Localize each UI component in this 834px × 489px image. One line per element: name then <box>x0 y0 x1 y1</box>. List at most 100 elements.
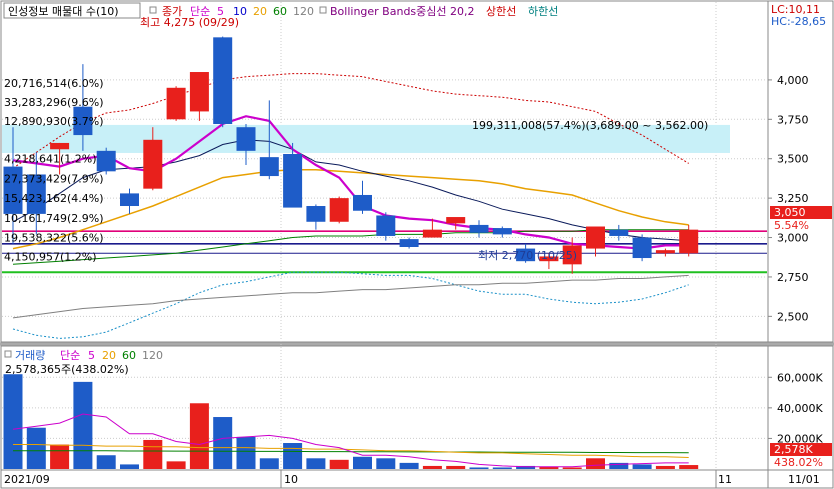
candle-body <box>492 228 512 235</box>
price-tick-label: 3,500 <box>777 153 809 166</box>
candle-body <box>96 150 116 172</box>
price-tick-label: 4,000 <box>777 74 809 87</box>
candle-body <box>306 206 326 222</box>
volume-bar <box>96 455 116 469</box>
candle-body <box>422 229 442 238</box>
volume-bar <box>73 381 93 469</box>
pct-tag-text: 5.54% <box>774 219 809 232</box>
volume-axis: 60,000K40,000K20,000K <box>768 371 823 445</box>
bb-lower-label: 하한선 <box>528 4 558 18</box>
volume-bar <box>492 467 512 469</box>
volume-bar <box>283 443 303 469</box>
date-end2: 11/01 <box>788 473 820 486</box>
hc-readout: HC:-28,65 <box>771 15 826 28</box>
candle-body <box>259 157 279 177</box>
volume-bar <box>353 456 372 469</box>
volume-info: 2,578,365주(438.02%) <box>5 363 129 376</box>
volume-legend-label: 거래량 <box>15 349 45 362</box>
volume-profile-label: 10,161,749(2.9%) <box>4 212 104 225</box>
candle-body <box>655 250 675 254</box>
volume-bar <box>259 458 279 469</box>
candle-body <box>143 139 163 189</box>
volume-bar <box>236 436 256 469</box>
candle-body <box>50 142 70 150</box>
volume-bar <box>446 465 466 469</box>
volume-tick-label: 60,000K <box>777 371 823 384</box>
volume-bar <box>562 467 582 469</box>
vol-ma-20: 20 <box>102 349 116 362</box>
date-axis-pane <box>0 469 769 489</box>
volume-bar <box>166 461 186 469</box>
low-annotation: 최저 2,770 (10/25) <box>478 249 577 262</box>
volume-profile-label: 20,716,514(6.0%) <box>4 77 104 90</box>
chart-title: 인성정보 매물대 수(10) <box>8 5 119 18</box>
candle-body <box>283 153 303 208</box>
close-legend-box[interactable] <box>149 6 157 14</box>
volume-bar <box>329 459 349 469</box>
volume-bar <box>655 465 675 469</box>
volume-bar <box>189 403 209 469</box>
date-mid: 10 <box>284 473 298 486</box>
candle-body <box>679 229 699 254</box>
volume-profile-label: 33,283,296(9.6%) <box>4 96 104 109</box>
volume-bar <box>26 427 46 469</box>
price-tick-label: 3,000 <box>777 232 809 245</box>
candle-body <box>609 229 629 236</box>
date-start: 2021/09 <box>4 473 50 486</box>
volume-bar <box>306 458 326 469</box>
ma-period-120: 120 <box>293 5 314 18</box>
price-tick-label: 3,750 <box>777 113 809 126</box>
candle-body <box>632 237 652 259</box>
ma-period-60: 60 <box>273 5 287 18</box>
price-tick-label: 3,250 <box>777 192 809 205</box>
candle-body <box>399 239 419 247</box>
volume-bar <box>399 462 419 469</box>
high-annotation: 최고 4,275 (09/29) <box>140 16 239 29</box>
candle-body <box>236 127 256 151</box>
volume-bar <box>376 458 396 469</box>
date-end1: 11 <box>718 473 732 486</box>
volume-bar <box>632 464 652 469</box>
volume-bar <box>50 444 70 469</box>
volume-bar <box>586 458 605 469</box>
highlight-zone-label: 199,311,008(57.4%)(3,689.00 ~ 3,562.00) <box>472 119 708 132</box>
bb-legend-box[interactable] <box>319 6 327 14</box>
vol-tag-text: 2,578K <box>774 443 813 456</box>
volume-bar <box>3 374 23 469</box>
vol-pct-tag-text: 438.02% <box>774 456 823 469</box>
volume-profile-label: 19,538,322(5.6%) <box>4 232 104 245</box>
price-tag-text: 3,050 <box>774 206 806 219</box>
candle-body <box>120 193 139 207</box>
candle-body <box>329 198 349 222</box>
price-tick-label: 2,500 <box>777 310 809 323</box>
volume-tick-label: 40,000K <box>777 402 823 415</box>
candle-body <box>166 87 186 120</box>
volume-bar <box>120 464 139 469</box>
candle-body <box>469 224 489 233</box>
vol-ma-60: 60 <box>122 349 136 362</box>
volume-bar <box>469 467 489 469</box>
price-pane <box>0 0 769 343</box>
candle-body <box>586 226 605 249</box>
candle-body <box>189 72 209 112</box>
candle-body <box>376 215 396 236</box>
vol-ma-5: 5 <box>88 349 95 362</box>
ma-period-20: 20 <box>253 5 267 18</box>
volume-bar <box>422 465 442 469</box>
candle-body <box>353 194 372 211</box>
volume-ma-label: 단순 <box>60 349 80 362</box>
candle-body <box>213 37 233 125</box>
stock-chart: 20,716,514(6.0%) 33,283,296(9.6%) 12,890,9… <box>0 0 834 489</box>
bb-legend-label: Bollinger Bands중심선 20,2 <box>330 5 475 18</box>
volume-bar <box>143 439 163 469</box>
price-axis-pane <box>767 0 834 343</box>
bb-upper-label: 상한선 <box>486 5 516 18</box>
volume-profile-label: 27,373,429(7.9%) <box>4 172 104 185</box>
volume-legend-box[interactable] <box>4 350 12 358</box>
volume-profile-label: 15,423,162(4.4%) <box>4 192 104 205</box>
volume-bar <box>679 465 699 469</box>
volume-profile-label: 12,890,930(3.7%) <box>4 115 104 128</box>
vol-ma-120: 120 <box>142 349 163 362</box>
candle-body <box>446 217 466 224</box>
price-tick-label: 2,750 <box>777 271 809 284</box>
